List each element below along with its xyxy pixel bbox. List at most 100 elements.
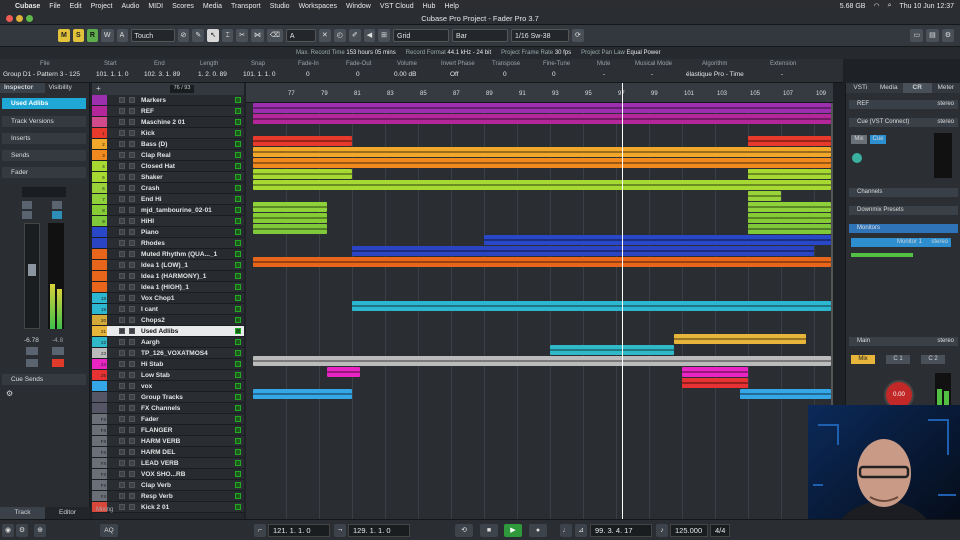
track-solo-button[interactable]	[129, 163, 135, 169]
range-tool-icon[interactable]: ⌶	[222, 29, 234, 42]
track-row[interactable]: 21 Used Adlibs	[92, 326, 244, 337]
draw-tool-icon[interactable]: ✐	[348, 29, 361, 42]
track-solo-button[interactable]	[129, 141, 135, 147]
track-color-strip[interactable]	[92, 304, 100, 314]
event-clip[interactable]	[739, 389, 831, 399]
track-mute-button[interactable]	[119, 251, 125, 257]
pan-control[interactable]	[22, 187, 66, 197]
track-mute-button[interactable]	[119, 438, 125, 444]
menu-window[interactable]: Window	[346, 3, 371, 10]
track-color-strip[interactable]	[92, 172, 100, 182]
track-mute-button[interactable]	[119, 383, 125, 389]
track-color-strip[interactable]	[92, 150, 100, 160]
metronome-icon[interactable]: ⊿	[575, 524, 587, 537]
track-row[interactable]: FX 61 VOX SHO...RB	[92, 469, 244, 488]
event-clip[interactable]	[352, 246, 484, 256]
ruler-bar-label[interactable]: 109	[816, 91, 826, 97]
quantize-select[interactable]: 1/16 Sw-38	[511, 29, 570, 42]
track-color-strip[interactable]	[92, 293, 100, 303]
track-mute-button[interactable]	[119, 284, 125, 290]
track-name[interactable]: Kick 2 01	[141, 502, 169, 513]
menu-hub[interactable]: Hub	[423, 3, 436, 10]
close-window-button[interactable]	[6, 15, 13, 22]
track-color-strip[interactable]	[92, 128, 100, 138]
track-solo-button[interactable]	[129, 460, 135, 466]
right-locator-icon[interactable]: ¬	[334, 524, 346, 537]
grid-a-select[interactable]: A	[285, 29, 316, 42]
primary-time-display[interactable]: 99. 3. 4. 17	[590, 524, 652, 537]
track-mute-button[interactable]	[119, 207, 125, 213]
listen-button[interactable]	[22, 211, 32, 219]
fader-value-left[interactable]: -6.78	[24, 337, 39, 344]
track-solo-button[interactable]	[129, 493, 135, 499]
track-name[interactable]: Used Adlibs	[141, 326, 178, 337]
tempo-track-icon[interactable]: ♪	[656, 524, 668, 537]
track-color-strip[interactable]	[92, 194, 100, 204]
app-menu[interactable]: Cubase	[15, 3, 40, 10]
track-name[interactable]: Maschine 2 01	[141, 117, 185, 128]
track-mute-button[interactable]	[119, 196, 125, 202]
menu-file[interactable]: File	[49, 3, 60, 10]
left-locator-icon[interactable]: ⌐	[254, 524, 266, 537]
event-clip[interactable]	[748, 213, 831, 223]
event-clip[interactable]	[253, 114, 831, 124]
main-channel[interactable]: Main stereo	[849, 337, 958, 346]
cycle-button[interactable]: ⟲	[455, 524, 473, 537]
track-color-strip[interactable]	[92, 392, 100, 402]
track-color-strip[interactable]	[92, 348, 100, 358]
event-clip[interactable]	[253, 169, 352, 179]
track-row[interactable]: 3 Clap Real	[92, 150, 244, 161]
tab-track[interactable]: Track	[0, 507, 45, 519]
track-mute-button[interactable]	[119, 460, 125, 466]
event-display[interactable]	[246, 103, 833, 519]
track-row[interactable]: 1 Kick	[92, 128, 244, 139]
info-volume-value[interactable]: 0.00 dB	[394, 71, 416, 78]
ruler-bar-label[interactable]: 91	[519, 91, 526, 97]
track-name[interactable]: mjd_tambourine_02-01	[141, 205, 212, 216]
track-mute-button[interactable]	[119, 174, 125, 180]
track-mute-button[interactable]	[119, 152, 125, 158]
tab-visibility[interactable]: Visibility	[45, 83, 90, 93]
tab-media[interactable]: Media	[875, 83, 904, 93]
ruler-bar-label[interactable]: 101	[684, 91, 694, 97]
talkback-icon[interactable]	[852, 153, 862, 163]
track-color-strip[interactable]	[92, 139, 100, 149]
track-row[interactable]: 2 Bass (D)	[92, 139, 244, 150]
track-row[interactable]: Piano	[92, 227, 244, 238]
right-locator[interactable]: 129. 1. 1. 0	[348, 524, 410, 537]
erase-tool-icon[interactable]: ⌫	[267, 29, 283, 42]
track-solo-button[interactable]	[129, 196, 135, 202]
track-row[interactable]: FX 59 HARM DEL	[92, 447, 244, 466]
track-mute-button[interactable]	[119, 240, 125, 246]
track-mute-button[interactable]	[119, 372, 125, 378]
track-row[interactable]: 4 Closed Hat	[92, 161, 244, 172]
info-invert-value[interactable]: Off	[450, 71, 459, 78]
zoom-window-button[interactable]	[26, 15, 33, 22]
track-name[interactable]: Crash	[141, 183, 159, 194]
track-solo-button[interactable]	[129, 185, 135, 191]
record-enable-button[interactable]	[52, 359, 64, 367]
track-solo-button[interactable]	[129, 284, 135, 290]
track-name[interactable]: TP_126_VOXATMOS4	[141, 348, 208, 359]
track-name[interactable]: Kick	[141, 128, 155, 139]
track-color-strip[interactable]	[92, 469, 100, 479]
track-solo-button[interactable]	[129, 317, 135, 323]
track-name[interactable]: End Hi	[141, 194, 162, 205]
ruler-bar-label[interactable]: 93	[552, 91, 559, 97]
track-row[interactable]: 9 HiHI	[92, 216, 244, 227]
info-transpose-value[interactable]: 0	[503, 71, 507, 78]
menu-vst-cloud[interactable]: VST Cloud	[380, 3, 414, 10]
tab-control-room[interactable]: CR	[903, 83, 932, 93]
track-mute-button[interactable]	[119, 262, 125, 268]
track-mute-button[interactable]	[119, 229, 125, 235]
menu-project[interactable]: Project	[91, 3, 113, 10]
track-solo-button[interactable]	[129, 306, 135, 312]
track-name[interactable]: Bass (D)	[141, 139, 167, 150]
menu-scores[interactable]: Scores	[172, 3, 194, 10]
track-mute-button[interactable]	[119, 317, 125, 323]
track-mute-button[interactable]	[119, 350, 125, 356]
time-tool-icon[interactable]: ◴	[333, 29, 346, 42]
inspector-track-name[interactable]: Used Adlibs	[2, 98, 86, 109]
track-color-strip[interactable]	[92, 370, 100, 380]
track-name[interactable]: Fader	[141, 414, 159, 425]
